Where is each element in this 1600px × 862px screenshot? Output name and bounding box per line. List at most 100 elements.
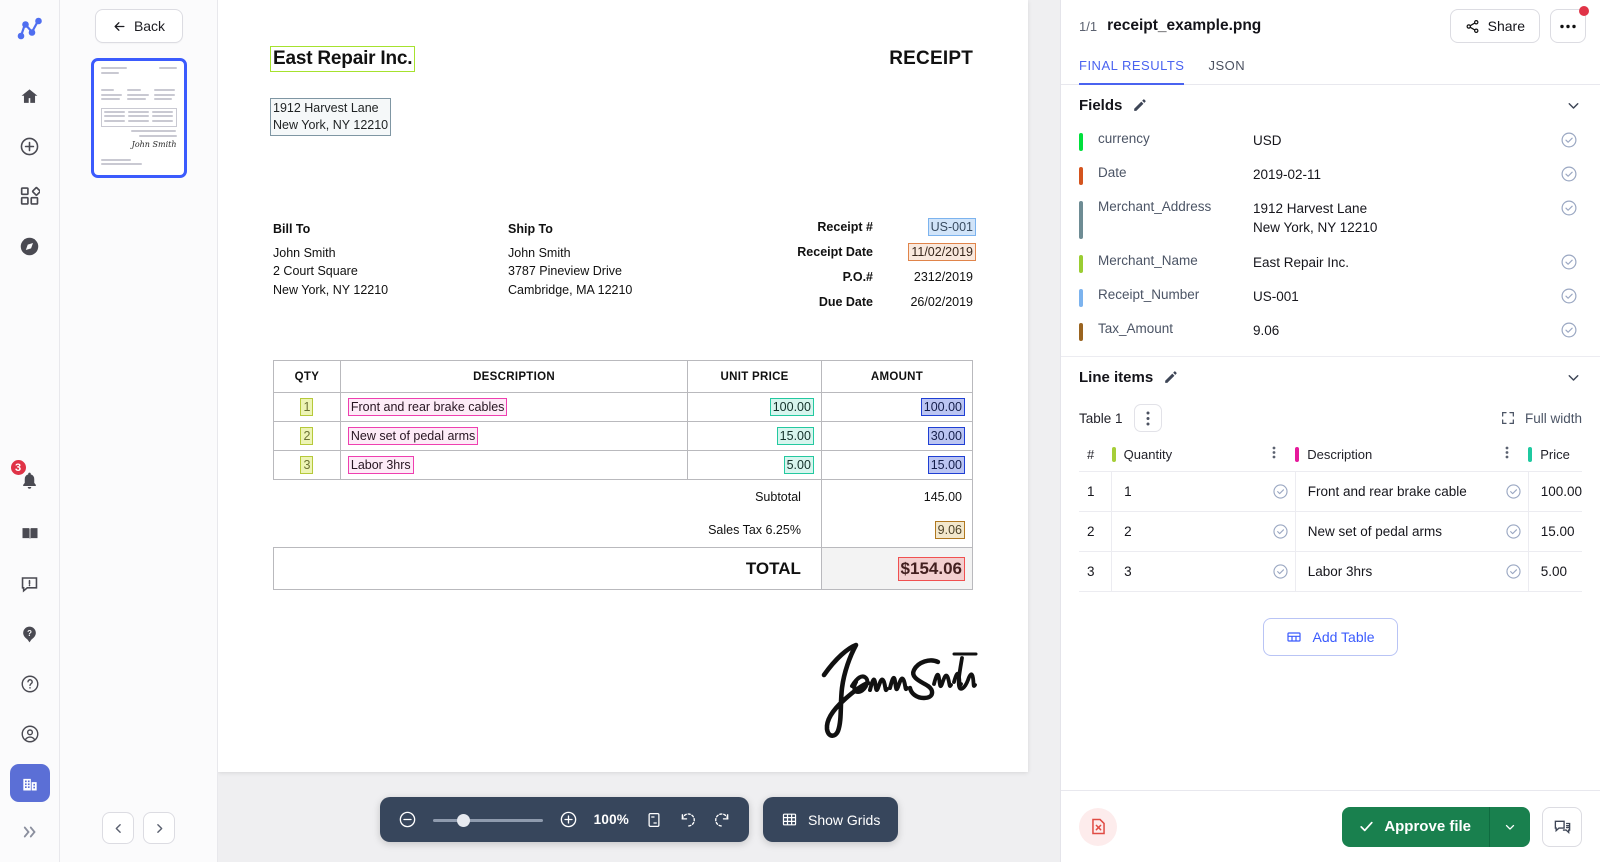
apps-grid-icon[interactable] <box>10 176 50 216</box>
doc-meta-row: P.O.# 2312/2019 <box>797 270 973 295</box>
cell-price: 15.00 <box>1527 511 1582 552</box>
cell-price: 5.00 <box>1527 551 1582 592</box>
field-row-tax-amount[interactable]: Tax_Amount 9.06 <box>1079 314 1582 348</box>
page-thumbnail-1[interactable]: John Smith <box>90 58 187 178</box>
doc-po-label: P.O.# <box>842 270 873 284</box>
viewer-toolbar-wrap: 100% Show Grids <box>218 797 1060 842</box>
field-verified-icon[interactable] <box>1560 287 1582 305</box>
fit-page-icon[interactable] <box>645 811 663 829</box>
field-verified-icon[interactable] <box>1560 131 1582 149</box>
zoom-level-label: 100% <box>593 812 629 827</box>
compass-icon[interactable] <box>10 226 50 266</box>
check-icon <box>1360 821 1373 832</box>
field-row-merchant-name[interactable]: Merchant_Name East Repair Inc. <box>1079 246 1582 280</box>
viewer-toolbar: 100% <box>379 797 749 842</box>
table-row[interactable]: 2 2 New set of pedal arms 15.00 <box>1079 511 1582 552</box>
field-name: Date <box>1098 165 1127 180</box>
field-row-receipt-number[interactable]: Receipt_Number US-001 <box>1079 280 1582 314</box>
approve-file-button[interactable]: Approve file <box>1342 806 1530 847</box>
home-icon[interactable] <box>10 76 50 116</box>
field-verified-icon[interactable] <box>1560 165 1582 183</box>
doc-due-date-value: 26/02/2019 <box>910 295 973 309</box>
book-icon[interactable] <box>10 514 50 554</box>
doc-ship-to-line2: 3787 Pineview Drive <box>508 264 622 278</box>
feedback-icon[interactable] <box>10 564 50 604</box>
edit-fields-icon[interactable] <box>1132 98 1147 113</box>
zoom-out-icon[interactable] <box>398 810 417 829</box>
approve-file-dropdown[interactable] <box>1490 807 1530 847</box>
svg-text:?: ? <box>27 628 32 637</box>
show-grids-button[interactable]: Show Grids <box>762 797 899 842</box>
next-page-button[interactable] <box>143 812 175 844</box>
col-description-options[interactable] <box>1505 446 1529 472</box>
tab-json[interactable]: JSON <box>1208 52 1245 85</box>
zoom-slider[interactable] <box>432 811 543 829</box>
cell-quantity-verified[interactable] <box>1271 511 1296 552</box>
reject-file-icon <box>1091 818 1105 835</box>
cell-quantity-verified[interactable] <box>1271 551 1296 592</box>
doc-receipt-num-label: Receipt # <box>817 220 873 234</box>
cell-quantity-verified[interactable] <box>1271 471 1296 512</box>
doc-address-line2: New York, NY 12210 <box>273 118 389 132</box>
tab-final-results[interactable]: FINAL RESULTS <box>1079 52 1185 85</box>
field-verified-icon[interactable] <box>1560 253 1582 271</box>
field-verified-icon[interactable] <box>1560 321 1582 339</box>
doc-cell-unit: 15.00 <box>776 427 815 445</box>
add-table-button[interactable]: Add Table <box>1263 618 1398 656</box>
back-button[interactable]: Back <box>94 9 183 43</box>
field-row-merchant-address[interactable]: Merchant_Address 1912 Harvest Lane New Y… <box>1079 192 1582 246</box>
col-quantity-options[interactable] <box>1272 446 1296 472</box>
app-root: 3 ? Back John Smith East Repair Inc. REC… <box>0 0 1600 862</box>
chat-button[interactable] <box>1542 806 1582 847</box>
doc-cell-amount: 30.00 <box>927 427 966 445</box>
doc-meta-block: Receipt # US-001 Receipt Date 11/02/2019 <box>797 218 977 320</box>
doc-cell-qty: 3 <box>300 456 314 474</box>
reject-file-button[interactable] <box>1079 807 1117 846</box>
cell-description-verified[interactable] <box>1504 511 1529 552</box>
more-options-button[interactable] <box>1550 6 1589 43</box>
doc-due-date-label: Due Date <box>818 295 873 309</box>
help-circle-icon[interactable] <box>10 664 50 704</box>
collapse-fields-icon[interactable] <box>1565 97 1582 114</box>
bell-icon[interactable]: 3 <box>9 459 50 500</box>
signature-icon <box>821 642 978 738</box>
page-navigation <box>102 812 175 844</box>
app-logo-icon[interactable] <box>8 8 52 52</box>
doc-col-description: DESCRIPTION <box>339 360 689 393</box>
full-width-button[interactable]: Full width <box>1500 410 1582 426</box>
doc-cell-desc: Front and rear brake cables <box>347 398 507 416</box>
zoom-in-icon[interactable] <box>559 810 578 829</box>
field-row-date[interactable]: Date 2019-02-11 <box>1079 158 1582 192</box>
table-row[interactable]: 3 3 Labor 3hrs 5.00 <box>1079 551 1582 592</box>
cell-description-verified[interactable] <box>1504 471 1529 512</box>
field-row-currency[interactable]: currency USD <box>1079 124 1582 158</box>
expand-rail-icon[interactable] <box>10 812 50 852</box>
doc-subtotal-label: Subtotal <box>755 489 801 504</box>
organization-icon[interactable] <box>9 764 50 802</box>
doc-ship-to-label: Ship To <box>508 222 553 236</box>
doc-address-line1: 1912 Harvest Lane <box>273 101 379 115</box>
rotate-right-icon[interactable] <box>713 811 731 829</box>
doc-cell-qty: 2 <box>300 427 314 445</box>
edit-line-items-icon[interactable] <box>1163 370 1178 385</box>
field-verified-icon[interactable] <box>1560 199 1582 217</box>
doc-merchant-name-text: East Repair Inc. <box>269 46 416 72</box>
table-options-button[interactable] <box>1133 404 1162 432</box>
table-row[interactable]: 1 1 Front and rear brake cable 100.00 <box>1079 471 1582 512</box>
collapse-line-items-icon[interactable] <box>1565 369 1582 386</box>
approve-file-main[interactable]: Approve file <box>1342 807 1489 847</box>
cell-description-verified[interactable] <box>1504 551 1529 592</box>
doc-line-items-table: QTY DESCRIPTION UNIT PRICE AMOUNT 1 Fron… <box>273 360 974 590</box>
document-viewer[interactable]: East Repair Inc. RECEIPT 1912 Harvest La… <box>218 0 1060 862</box>
doc-cell-desc: Labor 3hrs <box>347 456 414 474</box>
arrow-left-icon <box>114 21 125 31</box>
rotate-left-icon[interactable] <box>679 811 697 829</box>
add-circle-icon[interactable] <box>10 126 50 166</box>
account-icon[interactable] <box>10 714 50 754</box>
grid-icon <box>782 813 797 826</box>
more-icon <box>1560 24 1576 28</box>
share-icon <box>1466 19 1479 33</box>
help-filled-icon[interactable]: ? <box>10 614 50 654</box>
prev-page-button[interactable] <box>102 812 134 844</box>
share-button[interactable]: Share <box>1449 9 1540 43</box>
